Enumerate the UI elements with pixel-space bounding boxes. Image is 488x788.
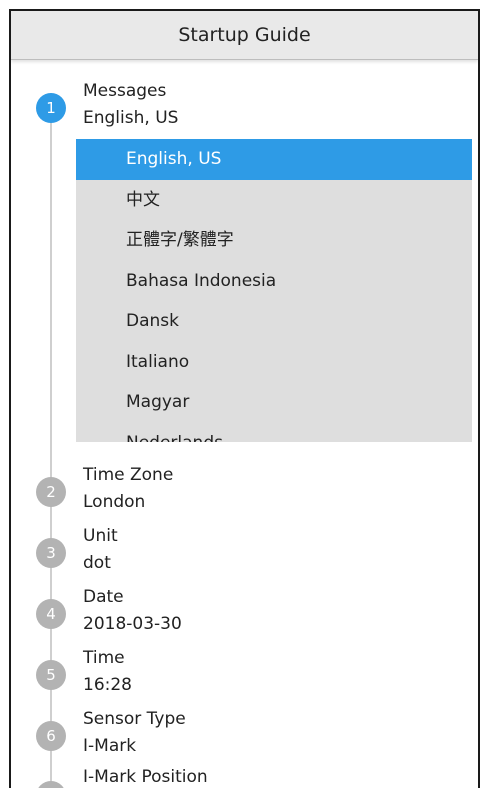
step-i-mark-position[interactable]: 7 I-Mark Position [11,767,478,788]
step-number: 2 [46,483,56,501]
step-sensor-type[interactable]: 6 Sensor Type I-Mark [11,707,478,767]
step-number: 4 [46,605,56,623]
page-title-bar: Startup Guide [11,11,478,60]
language-option-english-us[interactable]: English, US [76,139,472,180]
language-option-dansk[interactable]: Dansk [76,301,472,342]
step-title: Time Zone [83,465,174,485]
language-list[interactable]: English, US 中文 正體字/繁體字 Bahasa Indonesia … [76,139,472,442]
step-number: 5 [46,666,56,684]
step-value: 2018-03-30 [83,614,182,634]
step-value: dot [83,553,111,573]
step-number-badge: 5 [36,660,66,690]
step-number-badge: 3 [36,538,66,568]
step-title: Unit [83,526,118,546]
startup-guide-screen: Startup Guide 1 Messages English, US Eng… [9,9,480,788]
step-number: 3 [46,544,56,562]
language-option-italiano[interactable]: Italiano [76,342,472,383]
step-title: Sensor Type [83,709,186,729]
step-time[interactable]: 5 Time 16:28 [11,646,478,706]
step-title: Time [83,648,125,668]
step-time-zone[interactable]: 2 Time Zone London [11,463,478,523]
language-option-nederlands[interactable]: Nederlands [76,423,472,443]
step-number: 1 [46,99,56,117]
step-number: 6 [46,727,56,745]
page-title: Startup Guide [178,24,311,46]
step-number-badge: 2 [36,477,66,507]
step-number-badge: 7 [36,781,66,788]
step-value: I-Mark [83,736,137,756]
step-messages[interactable]: 1 Messages English, US [11,79,478,139]
language-option-magyar[interactable]: Magyar [76,382,472,423]
language-option-chinese-simplified[interactable]: 中文 [76,180,472,221]
step-number-badge: 6 [36,721,66,751]
step-title: Date [83,587,124,607]
step-unit[interactable]: 3 Unit dot [11,524,478,584]
step-number-badge: 1 [36,93,66,123]
step-number-badge: 4 [36,599,66,629]
step-title: Messages [83,81,167,101]
step-title: I-Mark Position [83,767,208,787]
language-option-chinese-traditional[interactable]: 正體字/繁體字 [76,220,472,261]
language-option-bahasa-indonesia[interactable]: Bahasa Indonesia [76,261,472,302]
step-value: English, US [83,108,179,128]
step-date[interactable]: 4 Date 2018-03-30 [11,585,478,645]
step-value: 16:28 [83,675,132,695]
step-value: London [83,492,146,512]
